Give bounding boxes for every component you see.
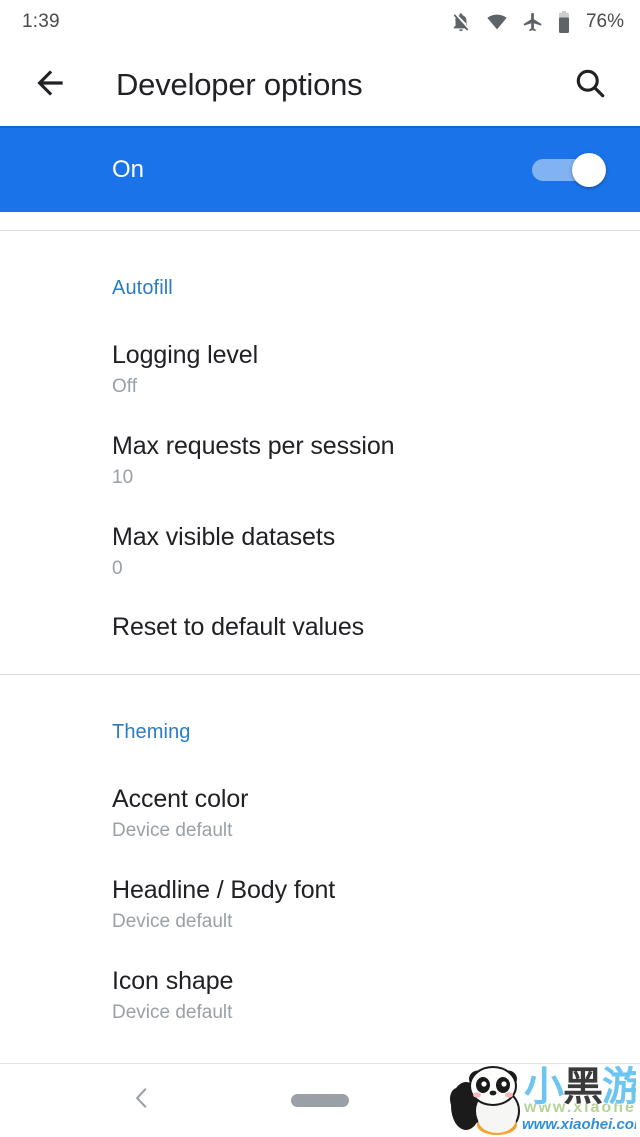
list-item-title: Icon shape <box>112 966 234 995</box>
status-icons-group: 76% <box>450 10 624 34</box>
list-item-title: Headline / Body font <box>112 876 336 905</box>
list-item-subtitle: Device default <box>112 820 233 842</box>
list-item-accent-color[interactable]: Accent color Device default <box>0 744 640 843</box>
section-header-theming: Theming <box>112 721 191 744</box>
list-item-max-visible-datasets[interactable]: Max visible datasets 0 <box>0 490 640 581</box>
list-item-icon-shape[interactable]: Icon shape Device default <box>0 934 640 1025</box>
system-navigation-bar <box>0 1063 640 1137</box>
list-item-title: Max requests per session <box>112 431 395 460</box>
page-title: Developer options <box>116 67 363 102</box>
list-item-title: Reset to default values <box>112 613 365 642</box>
nav-back-button[interactable] <box>124 1083 160 1119</box>
list-item-logging-level[interactable]: Logging level Off <box>0 300 640 399</box>
search-button[interactable] <box>566 61 614 109</box>
master-switch-label: On <box>112 156 145 183</box>
banner-gap <box>0 212 640 230</box>
status-time: 1:39 <box>22 11 60 32</box>
master-switch-banner[interactable]: On <box>0 126 640 212</box>
list-item-reset-to-default-values[interactable]: Reset to default values <box>0 580 640 642</box>
arrow-back-icon <box>31 64 69 107</box>
section-theming: Theming Accent color Device default Head… <box>0 675 640 1025</box>
home-gesture-pill[interactable] <box>291 1094 349 1107</box>
list-item-title: Accent color <box>112 785 249 814</box>
section-bottom-padding <box>0 642 640 674</box>
developer-options-toggle[interactable] <box>532 153 606 187</box>
list-item-subtitle: Device default <box>112 911 233 933</box>
airplane-mode-icon <box>522 11 544 33</box>
notifications-off-icon <box>450 11 472 33</box>
list-item-subtitle: Device default <box>112 1001 233 1023</box>
section-autofill: Autofill Logging level Off Max requests … <box>0 231 640 675</box>
list-item-subtitle: 0 <box>112 557 123 579</box>
battery-icon <box>557 10 571 34</box>
toggle-thumb <box>572 153 606 187</box>
app-toolbar: Developer options <box>0 44 640 126</box>
back-button[interactable] <box>26 61 74 109</box>
chevron-left-icon <box>129 1085 155 1116</box>
status-bar: 1:39 76% <box>0 0 640 44</box>
list-item-subtitle: 10 <box>112 466 134 488</box>
list-item-title: Logging level <box>112 341 259 369</box>
list-item-subtitle: Off <box>112 376 137 397</box>
battery-percent-label: 76% <box>585 11 624 32</box>
list-item-title: Max visible datasets <box>112 522 336 551</box>
search-icon <box>572 65 608 106</box>
list-item-headline-body-font[interactable]: Headline / Body font Device default <box>0 843 640 934</box>
wifi-icon <box>485 11 509 33</box>
section-header-autofill: Autofill <box>112 277 173 299</box>
list-item-max-requests-per-session[interactable]: Max requests per session 10 <box>0 399 640 490</box>
